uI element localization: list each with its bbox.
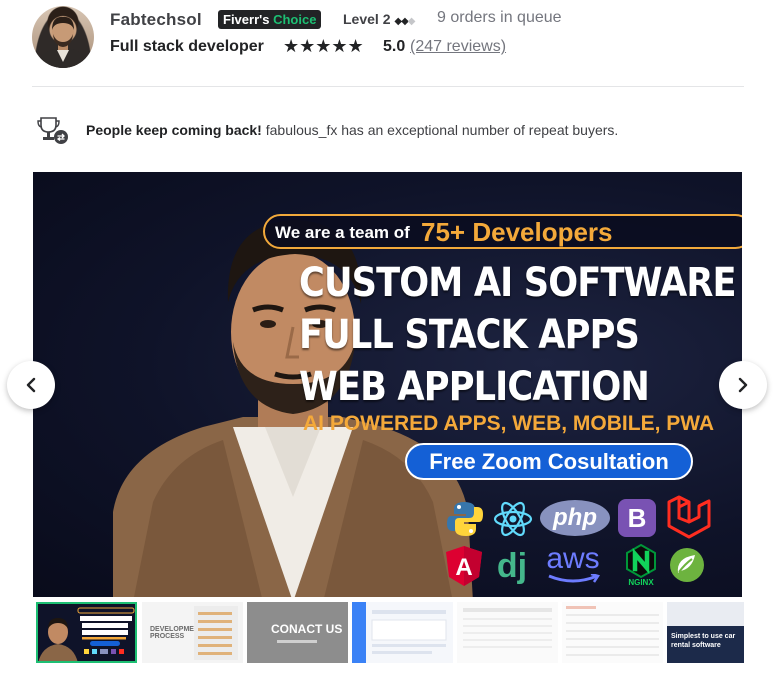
aws-text: aws [546, 542, 600, 575]
thumbnail-5[interactable] [457, 602, 558, 663]
chevron-left-icon [26, 377, 36, 393]
php-icon: php [540, 500, 610, 536]
seller-name[interactable]: Fabtechsol [110, 10, 202, 30]
thumbnail-7-header [667, 602, 744, 626]
spring-icon [667, 545, 707, 585]
chevron-right-icon [738, 377, 748, 393]
headline-line-3: WEB APPLICATION [299, 364, 650, 410]
thumbnail-3[interactable]: CONACT US [247, 602, 348, 663]
thumbnail-6[interactable] [562, 602, 663, 663]
fiverrs-choice-badge: Fiverr's Choice [218, 10, 322, 29]
gig-gallery-main-image[interactable]: We are a team of 75+ Developers CUSTOM A… [33, 172, 742, 597]
react-icon [491, 498, 535, 540]
bootstrap-icon: B [618, 499, 656, 537]
free-zoom-consultation-banner: Free Zoom Cosultation [405, 443, 693, 480]
team-big-text: 75+ Developers [421, 217, 613, 247]
repeat-buyers-notice: People keep coming back! fabulous_fx has… [36, 116, 736, 146]
headline-subtitle: AI POWERED APPS, WEB, MOBILE, PWA [303, 412, 715, 435]
badge-choice-word: Choice [273, 12, 317, 27]
nginx-icon: NGINX [618, 542, 664, 588]
team-size-banner: We are a team of 75+ Developers [263, 214, 742, 249]
seller-avatar[interactable] [32, 6, 94, 68]
level-label: Level 2 [343, 11, 391, 27]
gallery-prev-button[interactable] [7, 361, 55, 409]
gallery-next-button[interactable] [719, 361, 767, 409]
angular-icon: A [443, 544, 485, 588]
seller-title: Full stack developer [110, 38, 264, 55]
thumbnail-1[interactable] [36, 602, 137, 663]
python-icon [443, 498, 487, 540]
thumbnail-4[interactable] [352, 602, 453, 663]
headline-line-2: FULL STACK APPS [299, 312, 640, 358]
seller-level: Level 2 ◆◆◆ [343, 11, 416, 27]
svg-text:A: A [455, 554, 472, 581]
seller-header: Fabtechsol Fiverr's Choice Level 2 ◆◆◆ 9… [32, 6, 744, 72]
aws-icon: aws [538, 542, 608, 586]
rating-value: 5.0 [383, 38, 406, 55]
nginx-text: NGINX [628, 577, 654, 587]
level-diamond-icon: ◆ [401, 16, 409, 27]
star-rating-icons: ★★★★★ [283, 36, 364, 56]
laravel-icon [665, 494, 711, 540]
headline-line-1: CUSTOM AI SOFTWARE [299, 260, 737, 306]
thumbnail-3-label: CONACT US [271, 622, 343, 636]
thumbnail-3-line [277, 640, 317, 643]
badge-prefix: Fiverr's [223, 12, 270, 27]
orders-in-queue: 9 orders in queue [437, 9, 562, 26]
repeat-buyers-text: People keep coming back! fabulous_fx has… [86, 122, 618, 138]
trophy-icon [36, 116, 70, 146]
repeat-rest: fabulous_fx has an exceptional number of… [261, 122, 619, 138]
divider [32, 86, 744, 87]
repeat-bold: People keep coming back! [86, 122, 262, 138]
thumbnail-2-label: DEVELOPMENT PROCESS [150, 626, 204, 640]
gallery-thumbnails: DEVELOPMENT PROCESS CONACT US Simplest t… [36, 602, 744, 664]
thumbnail-2[interactable]: DEVELOPMENT PROCESS [142, 602, 243, 663]
reviews-link[interactable]: (247 reviews) [410, 38, 506, 56]
django-icon: dj [496, 546, 528, 585]
thumbnail-7[interactable]: Simplest to use car rental software [667, 602, 744, 663]
thumbnail-7-label: Simplest to use car rental software [671, 633, 736, 649]
level-diamond-empty-icon: ◆ [407, 16, 416, 27]
team-small-text: We are a team of [275, 223, 410, 242]
